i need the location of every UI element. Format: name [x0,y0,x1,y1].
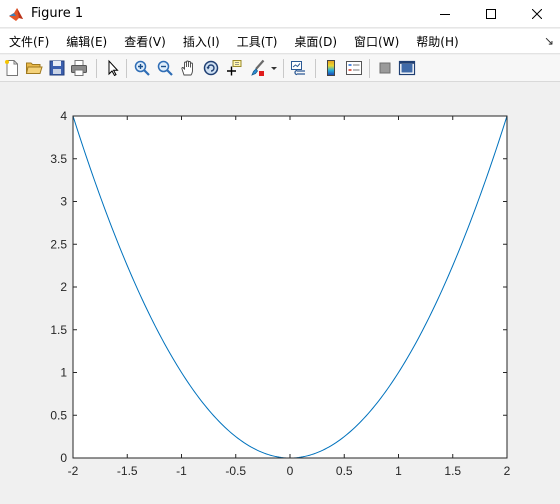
x-tick-label: -1 [176,464,187,478]
brush-dropdown-icon[interactable] [270,59,278,77]
figure-toolbar [0,55,560,82]
x-tick-label: -2 [68,464,79,478]
hide-plot-tools-icon[interactable] [376,59,394,77]
x-tick-label: -0.5 [225,464,246,478]
zoom-in-icon[interactable] [133,59,151,77]
figure-canvas: -2 -1.5 -1 -0.5 0 0.5 1 1.5 2 0 0.5 1 1.5 2 2.5 3 3.5 4 [0,82,560,504]
y-tick-label: 0 [60,451,67,465]
x-tick-label: 1 [395,464,402,478]
menu-file[interactable]: 文件(F) [0,33,57,50]
toolbar-separator [369,59,370,78]
menu-edit[interactable]: 编辑(E) [57,33,115,50]
select-pointer-icon[interactable] [104,59,122,77]
x-tick-label: 0 [287,464,294,478]
close-icon [532,9,542,19]
brush-icon[interactable] [248,59,266,77]
menu-tools[interactable]: 工具(T) [228,33,286,50]
menu-view[interactable]: 查看(V) [115,33,174,50]
zoom-out-icon[interactable] [156,59,174,77]
link-plot-icon[interactable] [290,59,308,77]
open-folder-icon[interactable] [25,59,43,77]
menu-window[interactable]: 窗口(W) [345,33,407,50]
y-tick-label: 2 [60,280,67,294]
plot-axes[interactable]: -2 -1.5 -1 -0.5 0 0.5 1 1.5 2 0 0.5 1 1.5 2 2.5 3 3.5 4 [0,82,560,504]
data-cursor-icon[interactable] [225,59,243,77]
x-tick-label: 0.5 [336,464,353,478]
x-tick-label: -1.5 [117,464,138,478]
y-tick-label: 0.5 [50,408,67,422]
close-button[interactable] [514,0,560,28]
maximize-button[interactable] [468,0,514,28]
show-plot-tools-icon[interactable] [398,59,416,77]
y-tick-label: 3.5 [50,152,67,166]
maximize-icon [486,9,496,19]
save-icon[interactable] [48,59,66,77]
print-icon[interactable] [70,59,88,77]
y-tick-label: 3 [60,195,67,209]
minimize-icon [440,14,450,15]
menu-insert[interactable]: 插入(I) [174,33,228,50]
minimize-button[interactable] [422,0,468,28]
rotate-3d-icon[interactable] [202,59,220,77]
menu-help[interactable]: 帮助(H) [407,33,466,50]
toolbar-separator [126,59,127,78]
y-tick-label: 1.5 [50,323,67,337]
menu-bar: 文件(F) 编辑(E) 查看(V) 插入(I) 工具(T) 桌面(D) 窗口(W… [0,29,560,54]
pan-hand-icon[interactable] [179,59,197,77]
dock-arrow-icon[interactable]: ↘ [544,34,554,48]
y-tick-label: 1 [60,366,67,380]
matlab-logo-icon [8,6,24,22]
x-tick-label: 1.5 [444,464,461,478]
y-tick-label: 2.5 [50,237,67,251]
window-title: Figure 1 [31,6,84,21]
toolbar-separator [96,59,97,78]
x-tick-label: 2 [504,464,511,478]
toolbar-separator [283,59,284,78]
new-figure-icon[interactable] [3,59,21,77]
insert-colorbar-icon[interactable] [322,59,340,77]
toolbar-separator [315,59,316,78]
y-tick-label: 4 [60,109,67,123]
menu-desktop[interactable]: 桌面(D) [285,33,345,50]
title-bar: Figure 1 [0,0,560,28]
insert-legend-icon[interactable] [345,59,363,77]
axes-background [73,116,507,458]
